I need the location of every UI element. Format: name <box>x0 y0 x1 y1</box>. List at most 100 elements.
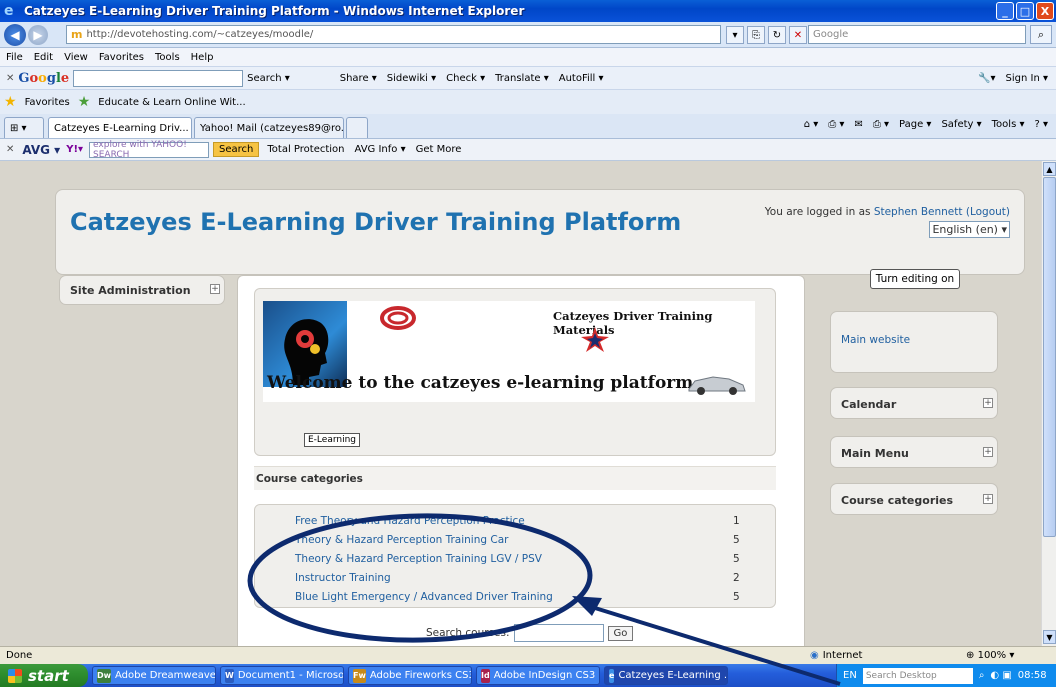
google-search-button[interactable]: Search ▾ <box>247 73 290 84</box>
category-link-lgv-psv[interactable]: Theory & Hazard Perception Training LGV … <box>295 553 542 565</box>
help-icon[interactable]: ? ▾ <box>1034 119 1048 130</box>
menu-view[interactable]: View <box>64 52 88 63</box>
menu-tools[interactable]: Tools <box>155 52 180 63</box>
stop-icon[interactable]: ✕ <box>789 26 807 44</box>
search-courses-input[interactable] <box>513 624 604 642</box>
yahoo-search-input[interactable]: explore with YAHOO! SEARCH <box>89 140 210 160</box>
vertical-scrollbar[interactable]: ▲ ▼ <box>1041 161 1056 646</box>
add-favorite-icon[interactable]: ★ <box>78 94 91 110</box>
turn-editing-on-button[interactable]: Turn editing on <box>870 269 960 289</box>
zoom-level[interactable]: ⊕ 100% ▾ <box>966 650 1014 661</box>
google-search-input[interactable] <box>73 69 244 87</box>
tools-menu[interactable]: Tools ▾ <box>992 119 1025 130</box>
scroll-up-icon[interactable]: ▲ <box>1043 162 1056 176</box>
quick-tabs-button[interactable]: ⊞ ▾ <box>4 117 44 138</box>
calendar-title[interactable]: Calendar <box>841 398 896 411</box>
yahoo-logo[interactable]: Y!▾ <box>66 144 83 155</box>
get-more-button[interactable]: Get More <box>416 144 462 155</box>
tab-yahoo-mail[interactable]: Yahoo! Mail (catzeyes89@ro... <box>194 117 344 138</box>
ie-logo-icon: e <box>4 3 14 19</box>
expand-icon[interactable]: + <box>983 447 993 457</box>
feeds-icon[interactable]: ⎙ ▾ <box>828 119 844 130</box>
google-share-button[interactable]: Share ▾ <box>340 73 377 84</box>
category-link-instructor[interactable]: Instructor Training <box>295 572 391 584</box>
expand-icon[interactable]: + <box>983 398 993 408</box>
safety-menu[interactable]: Safety ▾ <box>941 119 981 130</box>
taskbar-word[interactable]: W Document1 - Microsof... <box>220 666 344 685</box>
main-menu-title[interactable]: Main Menu <box>841 447 909 460</box>
system-tray: EN Search Desktop ⌕ ◐ ▣ 08:58 <box>836 664 1056 687</box>
tab-catzeyes[interactable]: Catzeyes E-Learning Driv... X <box>48 117 192 138</box>
forward-button[interactable]: ▶ <box>28 24 48 45</box>
close-button[interactable]: X <box>1036 2 1054 20</box>
expand-icon[interactable]: + <box>210 284 220 294</box>
category-link-blue-light[interactable]: Blue Light Emergency / Advanced Driver T… <box>295 591 553 603</box>
search-courses-go-button[interactable]: Go <box>607 625 634 641</box>
page-menu[interactable]: Page ▾ <box>899 119 931 130</box>
live-search-input[interactable]: Google <box>808 25 1026 44</box>
refresh-icon[interactable]: ↻ <box>768 26 786 44</box>
scroll-thumb[interactable] <box>1043 177 1056 537</box>
taskbar-catzeyes[interactable]: e Catzeyes E-Learning ... <box>604 666 728 685</box>
google-translate-button[interactable]: Translate ▾ <box>495 73 549 84</box>
menu-help[interactable]: Help <box>191 52 214 63</box>
scroll-down-icon[interactable]: ▼ <box>1043 630 1056 644</box>
user-profile-link[interactable]: Stephen Bennett <box>874 206 963 218</box>
google-sign-in-button[interactable]: Sign In ▾ <box>1006 73 1048 84</box>
zoom-icon: ⊕ <box>966 650 975 661</box>
avg-logo[interactable]: AVG ▾ <box>22 143 60 157</box>
close-avg-icon[interactable]: ✕ <box>6 144 14 155</box>
back-button[interactable]: ◀ <box>4 23 26 46</box>
mail-icon[interactable]: ✉ <box>854 119 862 130</box>
google-check-button[interactable]: Check ▾ <box>446 73 485 84</box>
taskbar-dreamweaver[interactable]: Dw Adobe Dreamweaver ... <box>92 666 216 685</box>
category-count: 5 <box>733 534 740 546</box>
language-indicator[interactable]: EN <box>843 670 857 681</box>
search-go-icon[interactable]: ⌕ <box>979 670 985 681</box>
search-courses-label: Search courses: <box>426 627 510 639</box>
minimize-button[interactable]: _ <box>996 2 1014 20</box>
logout-link[interactable]: (Logout) <box>966 206 1010 218</box>
tray-icons[interactable]: ◐ ▣ <box>990 670 1011 681</box>
wrench-icon[interactable]: 🔧▾ <box>978 73 995 84</box>
taskbar-fireworks[interactable]: Fw Adobe Fireworks CS3 <box>348 666 472 685</box>
start-button[interactable]: start <box>0 664 88 687</box>
window-title-bar: e Catzeyes E-Learning Driver Training Pl… <box>0 0 1056 22</box>
main-content: Catzeyes Driver Training Materials Welco… <box>237 275 805 646</box>
yahoo-search-button[interactable]: Search <box>213 142 260 157</box>
home-icon[interactable]: ⌂ ▾ <box>804 119 819 130</box>
course-categories-title[interactable]: Course categories <box>841 494 953 507</box>
taskbar-indesign[interactable]: Id Adobe InDesign CS3 ... <box>476 666 600 685</box>
total-protection-button[interactable]: Total Protection <box>267 144 344 155</box>
image-tooltip: E-Learning <box>304 433 361 447</box>
favorite-link-educate[interactable]: Educate & Learn Online Wit... <box>98 97 245 108</box>
new-tab-button[interactable] <box>346 117 368 138</box>
menu-edit[interactable]: Edit <box>34 52 53 63</box>
indesign-icon: Id <box>481 668 490 683</box>
expand-icon[interactable]: + <box>983 494 993 504</box>
print-icon[interactable]: ⎙ ▾ <box>873 119 889 130</box>
compat-view-icon[interactable]: ⎘ <box>747 26 765 44</box>
address-bar[interactable]: m http://devotehosting.com/~catzeyes/moo… <box>66 25 721 44</box>
category-link-free-theory[interactable]: Free Theory and Hazard Perception Practi… <box>295 515 525 527</box>
favorites-label[interactable]: Favorites <box>25 97 70 108</box>
search-magnifier-icon[interactable]: ⌕ <box>1030 25 1052 44</box>
favorites-star-icon[interactable]: ★ <box>4 94 17 110</box>
google-autofill-button[interactable]: AutoFill ▾ <box>559 73 604 84</box>
google-sidewiki-button[interactable]: Sidewiki ▾ <box>387 73 436 84</box>
close-toolbar-icon[interactable]: ✕ <box>6 73 14 84</box>
menu-file[interactable]: File <box>6 52 23 63</box>
google-logo: Google <box>18 70 70 86</box>
desktop-search-input[interactable]: Search Desktop <box>862 667 973 684</box>
login-info: You are logged in as Stephen Bennett (Lo… <box>764 206 1010 238</box>
page-viewport: Catzeyes E-Learning Driver Training Plat… <box>0 161 1041 646</box>
maximize-button[interactable]: □ <box>1016 2 1034 20</box>
main-website-link[interactable]: Main website <box>841 334 910 346</box>
avg-info-button[interactable]: AVG Info ▾ <box>355 144 406 155</box>
google-toolbar: ✕ Google Search ▾ Share ▾ Sidewiki ▾ Che… <box>0 66 1056 90</box>
address-dropdown-icon[interactable]: ▾ <box>726 26 744 44</box>
menu-favorites[interactable]: Favorites <box>99 52 144 63</box>
site-administration-title[interactable]: Site Administration <box>70 284 191 297</box>
category-link-car[interactable]: Theory & Hazard Perception Training Car <box>295 534 508 546</box>
language-select[interactable]: English (en) ▾ <box>929 221 1010 238</box>
